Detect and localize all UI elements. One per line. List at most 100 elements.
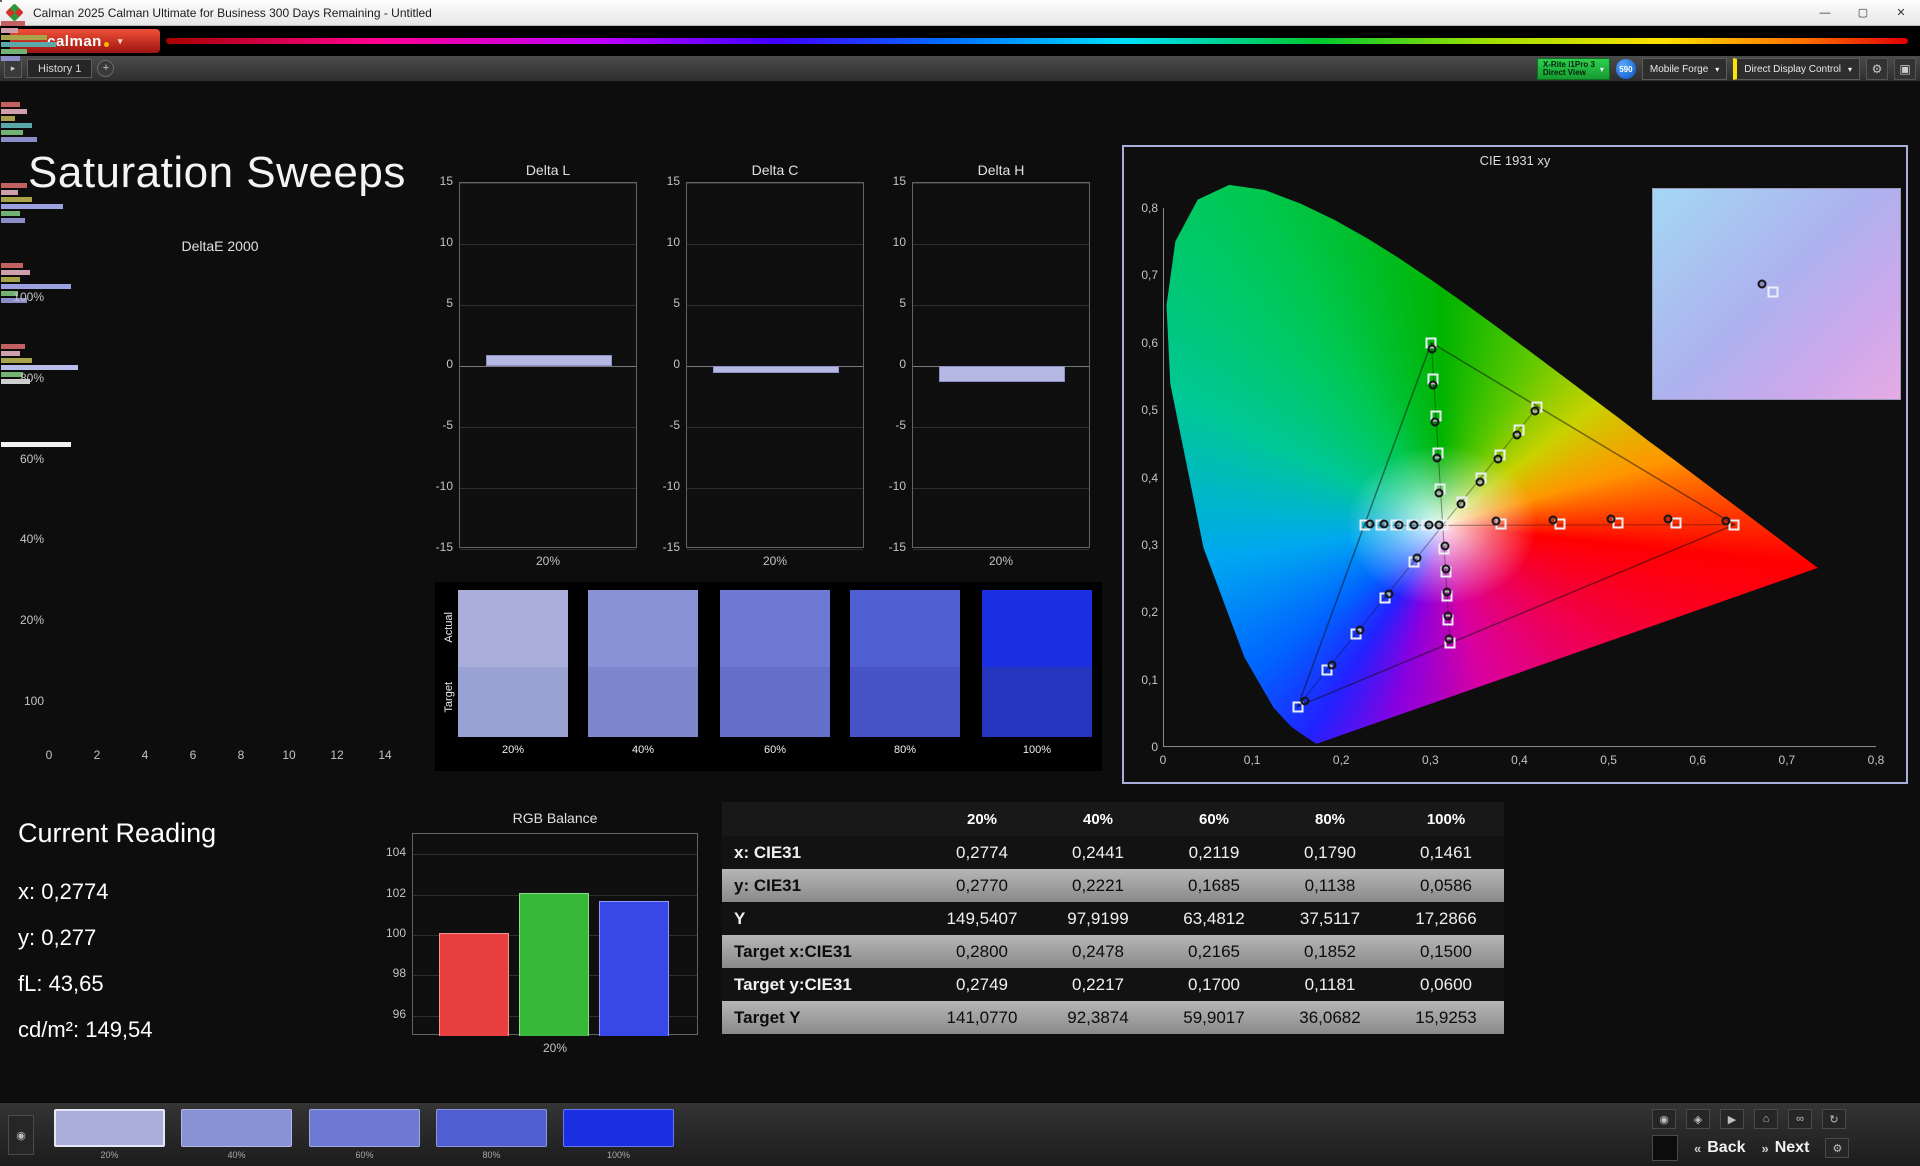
- calman-logo-menu[interactable]: calman ▾: [10, 29, 160, 53]
- deltae-group-label: 20%: [19, 613, 44, 627]
- cie-xtick-label: 0,8: [1867, 753, 1885, 767]
- table-header-cell: 40%: [1040, 802, 1156, 836]
- cie-measured-magenta: [1440, 541, 1450, 551]
- home-icon[interactable]: ⌂: [1754, 1109, 1778, 1129]
- table-row-label: Y: [722, 902, 924, 935]
- pattern-swatch-100%[interactable]: 100%: [563, 1109, 674, 1161]
- cie-measured-yellow: [1512, 430, 1522, 440]
- display-control-selector[interactable]: Direct Display Control ▾: [1733, 58, 1860, 80]
- table-value-cell: 0,2774: [924, 836, 1040, 869]
- window-tool-button[interactable]: ▣: [1894, 58, 1916, 80]
- pattern-window-button[interactable]: [1652, 1135, 1678, 1161]
- deltae-bar: [1, 203, 64, 209]
- app-icon: [5, 3, 24, 22]
- display-control-label: Direct Display Control: [1744, 63, 1841, 75]
- cie-ytick-label: 0,6: [1141, 335, 1158, 350]
- history-expander-button[interactable]: ▸: [4, 59, 22, 78]
- rgb-bar-green: [519, 892, 589, 1036]
- pattern-swatch-20%[interactable]: 20%: [54, 1109, 165, 1161]
- deltaH-gridline: [913, 427, 1089, 428]
- eye-icon-button[interactable]: ◉: [8, 1115, 34, 1155]
- tab-history-1[interactable]: History 1: [27, 59, 93, 78]
- table-value-cell: 0,1461: [1388, 836, 1504, 869]
- delta-c-title: Delta C: [751, 162, 799, 178]
- table-value-cell: 0,1790: [1272, 836, 1388, 869]
- deltaH-gridline: [913, 488, 1089, 489]
- eye-icon[interactable]: ◉: [1652, 1109, 1676, 1129]
- cie-measured-blue: [1412, 553, 1422, 563]
- deltae-bar: [1, 102, 21, 107]
- maximize-button[interactable]: ▢: [1844, 0, 1882, 25]
- deltae-xtick-label: 0: [45, 748, 53, 762]
- deltaC-ytick-label: -5: [669, 418, 680, 432]
- meter-label: X-Rite i1Pro 3 Direct View: [1543, 61, 1595, 77]
- cie-whitepoint-inset: [1652, 188, 1901, 400]
- table-value-cell: 0,2478: [1040, 935, 1156, 968]
- current-reading-title: Current Reading: [18, 818, 217, 848]
- refresh-icon[interactable]: ↻: [1822, 1109, 1846, 1129]
- deltae-bar: [1, 35, 47, 41]
- swatch-column-label: 40%: [631, 744, 655, 756]
- deltaL-gridline: [460, 366, 636, 367]
- play-icon[interactable]: ▶: [1720, 1109, 1744, 1129]
- cie-measured-blue: [1355, 625, 1365, 635]
- deltae-chart-title: DeltaE 2000: [181, 238, 259, 254]
- link-icon[interactable]: ∞: [1788, 1109, 1812, 1129]
- deltae-bar: [1, 137, 37, 142]
- deltae-bar: [1, 123, 33, 128]
- target-swatch-60%: [720, 667, 830, 737]
- swatch-column-label: 100%: [1022, 744, 1052, 756]
- meter-selector[interactable]: X-Rite i1Pro 3 Direct View ▾: [1536, 58, 1610, 80]
- deltaL-gridline: [460, 244, 636, 245]
- table-value-cell: 59,9017: [1156, 1001, 1272, 1034]
- rgb-gridline: [413, 854, 697, 856]
- table-value-cell: 0,1852: [1272, 935, 1388, 968]
- rgb-ytick-label: 104: [385, 845, 406, 860]
- cie-measured-green: [1428, 380, 1438, 390]
- delta-h-chart: [912, 182, 1090, 550]
- pattern-swatch-80%[interactable]: 80%: [436, 1109, 547, 1161]
- chevron-down-icon: ▾: [1847, 64, 1852, 74]
- add-tab-button[interactable]: +: [97, 60, 115, 77]
- rainbow-strip: [166, 38, 1908, 44]
- table-row-label: x: CIE31: [722, 836, 924, 869]
- settings-gear-button[interactable]: ⚙: [1825, 1138, 1850, 1158]
- pattern-swatch-60%[interactable]: 60%: [309, 1109, 420, 1161]
- pattern-swatch-label: 60%: [355, 1150, 374, 1160]
- table-value-cell: 0,1500: [1388, 935, 1504, 968]
- deltae-bar: [1, 182, 28, 188]
- deltae-xtick-label: 4: [141, 748, 149, 762]
- deltaL-gridline: [460, 305, 636, 306]
- chevron-down-icon: ▾: [1599, 64, 1604, 74]
- swatch-column-label: 20%: [501, 744, 525, 756]
- table-row: Target y:CIE31 0,2749 0,2217 0,1700 0,1181 0,…: [722, 968, 1504, 1001]
- table-row: Y 149,5407 97,9199 63,4812 37,5117 17,2866: [722, 902, 1504, 935]
- back-button[interactable]: « Back: [1694, 1139, 1745, 1157]
- deltaL-ytick-label: -5: [442, 418, 453, 432]
- inset-measured-point: [1757, 279, 1767, 288]
- next-button[interactable]: » Next: [1761, 1139, 1809, 1157]
- back-label: Back: [1707, 1139, 1746, 1156]
- window-title: Calman 2025 Calman Ultimate for Business…: [33, 5, 432, 20]
- rgb-bar-red: [439, 932, 509, 1036]
- workflow-selector[interactable]: Mobile Forge ▾: [1641, 58, 1728, 80]
- cie-ytick-label: 0,8: [1141, 201, 1158, 215]
- deltae-bar: [1, 277, 21, 283]
- close-button[interactable]: ✕: [1882, 0, 1920, 25]
- cie-measured-yellow: [1493, 454, 1503, 464]
- deltae-xtick-label: 10: [282, 748, 296, 762]
- table-value-cell: 0,2800: [924, 935, 1040, 968]
- rgb-ytick-label: 98: [392, 966, 406, 981]
- deltae-bar: [1, 196, 33, 202]
- pattern-swatch-40%[interactable]: 40%: [181, 1109, 292, 1161]
- deltae-xtick-label: 8: [237, 748, 245, 762]
- meter-icon[interactable]: ◈: [1686, 1109, 1710, 1129]
- minimize-button[interactable]: —: [1806, 0, 1844, 25]
- logo-dot-icon: [103, 42, 109, 47]
- settings-gear-button[interactable]: ⚙: [1866, 58, 1888, 80]
- table-header-cell: 20%: [924, 802, 1040, 836]
- cie-measured-red: [1491, 516, 1501, 526]
- table-row-label: y: CIE31: [722, 869, 924, 902]
- toolbar-left: ▸ History 1 +: [4, 59, 115, 78]
- deltaL-gridline: [460, 488, 636, 489]
